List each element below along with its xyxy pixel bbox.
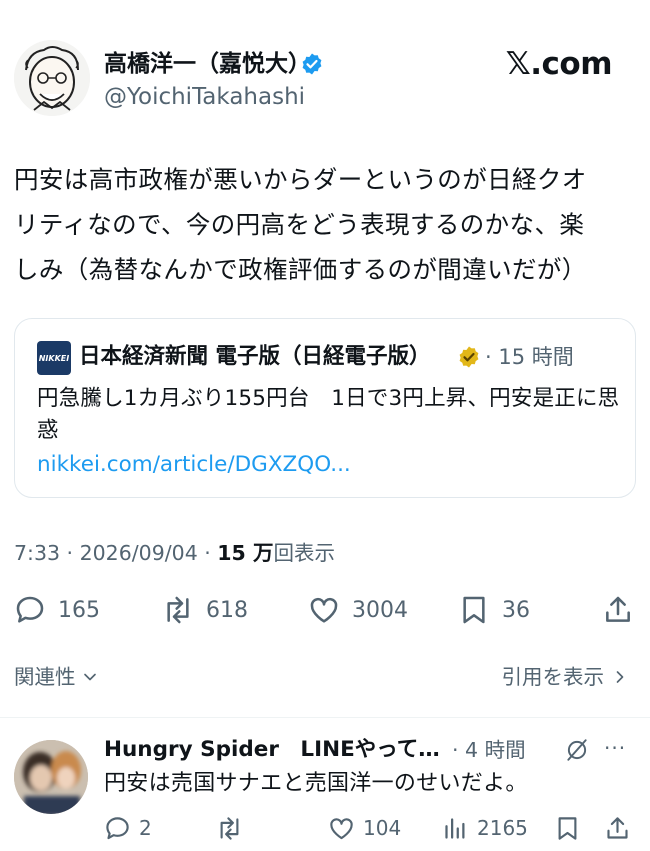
reply-share-button[interactable] xyxy=(604,812,639,844)
repost-icon xyxy=(167,596,189,624)
grok-icon[interactable] xyxy=(564,737,590,763)
tweet-line: 円安は高市政権が悪いからダーというのが日経クオ xyxy=(14,165,587,194)
tweet-timestamp[interactable]: 7:33 · 2026/09/04 · xyxy=(14,541,217,565)
bookmark-count: 36 xyxy=(502,597,530,623)
nikkei-logo-icon: NIKKEI xyxy=(37,341,71,375)
reply-like-count: 104 xyxy=(363,816,402,840)
blurred-photo-avatar xyxy=(14,740,88,814)
caricature-portrait xyxy=(14,40,90,116)
reply-count: 165 xyxy=(58,597,100,623)
reply-reply-count: 2 xyxy=(139,816,152,840)
tweet-line: しみ（為替なんかで政権評価するのが間違いだが） xyxy=(14,255,587,284)
reply-icon xyxy=(16,596,44,623)
card-source-name: 日本経済新聞 電子版（日経電子版） xyxy=(79,344,431,369)
more-options-icon[interactable]: ··· xyxy=(604,735,626,761)
divider xyxy=(0,717,650,718)
card-time: · 15 時間 xyxy=(485,345,574,369)
like-count: 3004 xyxy=(352,597,408,623)
reply-author-name[interactable]: Hungry Spider LINEやって… xyxy=(104,735,440,765)
reply-reply-button[interactable]: 2 xyxy=(104,812,152,844)
chevron-right-icon xyxy=(616,671,624,683)
reply-views-count: 2165 xyxy=(477,816,528,840)
share-button[interactable] xyxy=(602,590,646,630)
view-quotes-button[interactable]: 引用を表示 xyxy=(502,660,631,694)
relevance-label: 関連性 xyxy=(14,665,76,689)
reply-repost-button[interactable] xyxy=(216,812,251,844)
author-handle[interactable]: @YoichiTakahashi xyxy=(104,83,305,111)
tweet-meta: 7:33 · 2026/09/04 · 15 万回表示 xyxy=(14,537,335,569)
tweet-page: 高橋洋一（嘉悦大） @YoichiTakahashi 𝕏.com 円安は高市政権… xyxy=(0,0,650,851)
bookmark-button[interactable]: 36 xyxy=(458,590,530,630)
author-avatar[interactable] xyxy=(14,40,90,116)
repost-icon xyxy=(220,816,239,840)
sort-relevance-button[interactable]: 関連性 xyxy=(14,660,100,694)
quotes-label: 引用を表示 xyxy=(501,665,605,689)
quoted-tweet-card[interactable]: NIKKEI 日本経済新聞 電子版（日経電子版） · 15 時間 円急騰し1カ月… xyxy=(14,318,636,498)
reply-views-button[interactable]: 2165 xyxy=(442,812,528,844)
reply-avatar[interactable] xyxy=(14,740,88,814)
author-name[interactable]: 高橋洋一（嘉悦大） xyxy=(104,50,311,78)
verified-gold-badge-icon xyxy=(459,346,479,368)
views-count: 15 万 xyxy=(217,541,274,565)
reply-time: · 4 時間 xyxy=(452,738,526,762)
share-icon xyxy=(606,596,630,622)
repost-button[interactable]: 618 xyxy=(162,590,248,630)
heart-icon xyxy=(310,597,338,623)
reply-like-button[interactable]: 104 xyxy=(328,812,401,844)
views-label: 回表示 xyxy=(273,541,335,565)
verified-badge-icon xyxy=(302,53,322,75)
reply-text: 円安は売国サナエと売国洋一のせいだよ。 xyxy=(104,771,528,796)
analytics-bars-icon xyxy=(445,817,465,839)
bookmark-icon xyxy=(463,596,485,624)
card-title: 円急騰し1カ月ぶり155円台 1日で3円上昇、円安是正に思惑 xyxy=(37,386,620,443)
reply-bookmark-button[interactable] xyxy=(554,812,589,844)
tweet-text: 円安は高市政権が悪いからダーというのが日経クオ リティなので、今の円高をどう表現… xyxy=(14,157,639,292)
tweet-line: リティなので、今の円高をどう表現するのかな、楽 xyxy=(14,210,585,239)
bookmark-icon xyxy=(558,816,577,840)
reply-icon xyxy=(106,816,129,839)
x-com-logo: 𝕏.com xyxy=(505,46,613,82)
share-icon xyxy=(607,816,628,839)
repost-count: 618 xyxy=(206,597,248,623)
reply-button[interactable]: 165 xyxy=(14,590,100,630)
card-link[interactable]: nikkei.com/article/DGXZQO... xyxy=(37,449,351,481)
chevron-down-icon xyxy=(83,673,96,681)
like-button[interactable]: 3004 xyxy=(308,590,408,630)
heart-icon xyxy=(330,817,353,839)
